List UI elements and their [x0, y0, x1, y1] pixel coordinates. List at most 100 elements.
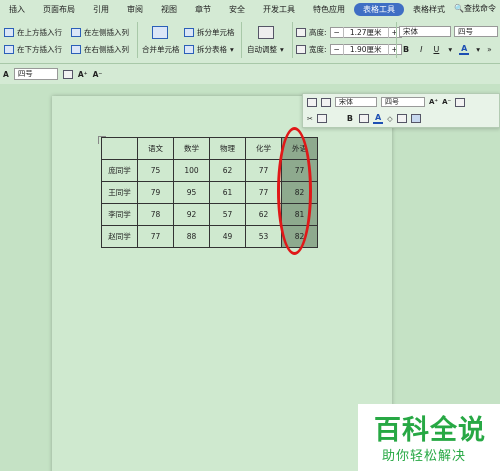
copy-icon[interactable]: [307, 97, 317, 107]
split-cells-icon: [184, 28, 194, 37]
font-name-select[interactable]: 宋体: [399, 26, 451, 37]
merge-cells-icon: [152, 26, 168, 39]
table-cell[interactable]: 95: [173, 181, 210, 204]
table-cell[interactable]: 王同学: [101, 181, 138, 204]
font-size-select[interactable]: 四号: [454, 26, 498, 37]
mini-font-select[interactable]: 宋体: [335, 97, 377, 107]
grow-font-icon[interactable]: A⁺: [78, 70, 88, 79]
highlight-oval: [277, 127, 312, 255]
autofit-icon: [258, 26, 274, 39]
insert-row-above-icon: [4, 28, 14, 37]
fill-color-icon[interactable]: ◇: [387, 115, 392, 123]
width-stepper[interactable]: − 1.90厘米 +: [329, 44, 402, 55]
table-cell[interactable]: 77: [137, 225, 174, 248]
table-header-cell[interactable]: 物理: [209, 137, 246, 160]
table-cell[interactable]: 李同学: [101, 203, 138, 226]
menu-bar: 插入 页面布局 引用 审阅 视图 章节 安全 开发工具 特色应用 表格工具 表格…: [0, 0, 500, 18]
split-table-icon: [184, 45, 194, 54]
table-cell[interactable]: 62: [209, 159, 246, 182]
table-cell[interactable]: 79: [137, 181, 174, 204]
width-input[interactable]: 1.90厘米: [342, 44, 389, 55]
font-size-select[interactable]: 四号: [13, 68, 58, 80]
mini-size-select[interactable]: 四号: [381, 97, 425, 107]
table-cell[interactable]: 62: [245, 203, 282, 226]
table-cell[interactable]: 75: [137, 159, 174, 182]
table-cell[interactable]: 53: [245, 225, 282, 248]
table-cell[interactable]: 61: [209, 181, 246, 204]
height-input[interactable]: 1.27厘米: [342, 27, 389, 38]
more-button[interactable]: »: [487, 45, 492, 54]
height-control: 高度: − 1.27厘米 +: [296, 27, 402, 38]
menu-insert[interactable]: 插入: [0, 4, 34, 15]
underline-button[interactable]: U: [431, 45, 441, 54]
chevron-down-icon: ▾: [476, 45, 481, 54]
floating-toolbar-row-1: 宋体 四号 A⁺ A⁻: [307, 97, 466, 107]
italic-button[interactable]: I: [418, 45, 424, 54]
height-decrease-button[interactable]: −: [331, 28, 343, 37]
clear-format-icon[interactable]: [455, 97, 466, 107]
menu-page-layout[interactable]: 页面布局: [34, 4, 84, 15]
align-icon[interactable]: [410, 114, 421, 123]
table-header-cell[interactable]: 化学: [245, 137, 282, 160]
divider: [396, 22, 397, 58]
menu-developer[interactable]: 开发工具: [254, 4, 304, 15]
table-cell[interactable]: 100: [173, 159, 210, 182]
table-cell[interactable]: 92: [173, 203, 210, 226]
format-painter-icon[interactable]: [316, 114, 327, 123]
floating-toolbar: 宋体 四号 A⁺ A⁻ ✂ B A ◇: [302, 93, 500, 128]
mini-font-color-button[interactable]: A: [372, 113, 384, 124]
bold-button[interactable]: B: [401, 45, 411, 54]
menu-security[interactable]: 安全: [220, 4, 254, 15]
paste-icon[interactable]: [321, 97, 331, 107]
chevron-down-icon: ▾: [230, 45, 234, 54]
table-cell[interactable]: [101, 137, 138, 160]
table-header-cell[interactable]: 数学: [173, 137, 210, 160]
font-color-button[interactable]: A: [459, 44, 470, 55]
menu-view[interactable]: 视图: [152, 4, 186, 15]
col-width-icon: [296, 45, 306, 54]
grow-font-icon[interactable]: A⁺: [429, 98, 438, 106]
highlight-icon[interactable]: [358, 114, 369, 123]
split-table-button[interactable]: 拆分表格 ▾: [184, 44, 234, 55]
table-cell[interactable]: 88: [173, 225, 210, 248]
table-cell[interactable]: 庞同学: [101, 159, 138, 182]
watermark-logo: 百科全说 助你轻松解决: [358, 404, 500, 471]
search-command[interactable]: 🔍查找命令: [454, 3, 496, 14]
table-header-cell[interactable]: 语文: [137, 137, 174, 160]
cut-icon[interactable]: ✂: [307, 115, 313, 123]
style-icon[interactable]: [62, 69, 73, 79]
menu-section[interactable]: 章节: [186, 4, 220, 15]
split-cells-button[interactable]: 拆分单元格: [184, 27, 235, 38]
mini-bold-button[interactable]: B: [345, 114, 355, 123]
merge-cells-button[interactable]: 合并单元格: [142, 44, 180, 55]
shrink-font-icon[interactable]: A⁻: [93, 70, 103, 79]
divider: [292, 22, 293, 58]
menu-review[interactable]: 审阅: [118, 4, 152, 15]
insert-left-button[interactable]: 在左侧插入列: [71, 27, 129, 38]
insert-below-button[interactable]: 在下方插入行: [4, 44, 62, 55]
table-cell[interactable]: 77: [245, 159, 282, 182]
borders-icon[interactable]: [396, 114, 407, 123]
menu-table-style[interactable]: 表格样式: [404, 4, 454, 15]
secondary-toolbar: A 四号 A⁺ A⁻: [0, 64, 500, 84]
insert-right-button[interactable]: 在右侧插入列: [71, 44, 129, 55]
font-controls: 宋体 四号: [399, 26, 498, 37]
shrink-font-icon[interactable]: A⁻: [442, 98, 451, 106]
table-cell[interactable]: 57: [209, 203, 246, 226]
table-cell[interactable]: 49: [209, 225, 246, 248]
table-cell[interactable]: 78: [137, 203, 174, 226]
height-stepper[interactable]: − 1.27厘米 +: [329, 27, 402, 38]
width-increase-button[interactable]: +: [389, 45, 401, 54]
insert-above-button[interactable]: 在上方插入行: [4, 27, 62, 38]
insert-col-left-icon: [71, 28, 81, 37]
menu-references[interactable]: 引用: [84, 4, 118, 15]
autofit-button[interactable]: 自动调整 ▾: [247, 44, 284, 55]
insert-col-right-icon: [71, 45, 81, 54]
insert-row-below-icon: [4, 45, 14, 54]
width-decrease-button[interactable]: −: [331, 45, 343, 54]
menu-table-tools[interactable]: 表格工具: [354, 2, 404, 16]
chevron-down-icon: ▾: [280, 45, 284, 54]
divider: [241, 22, 242, 58]
table-cell[interactable]: 赵同学: [101, 225, 138, 248]
menu-special-apps[interactable]: 特色应用: [304, 4, 354, 15]
